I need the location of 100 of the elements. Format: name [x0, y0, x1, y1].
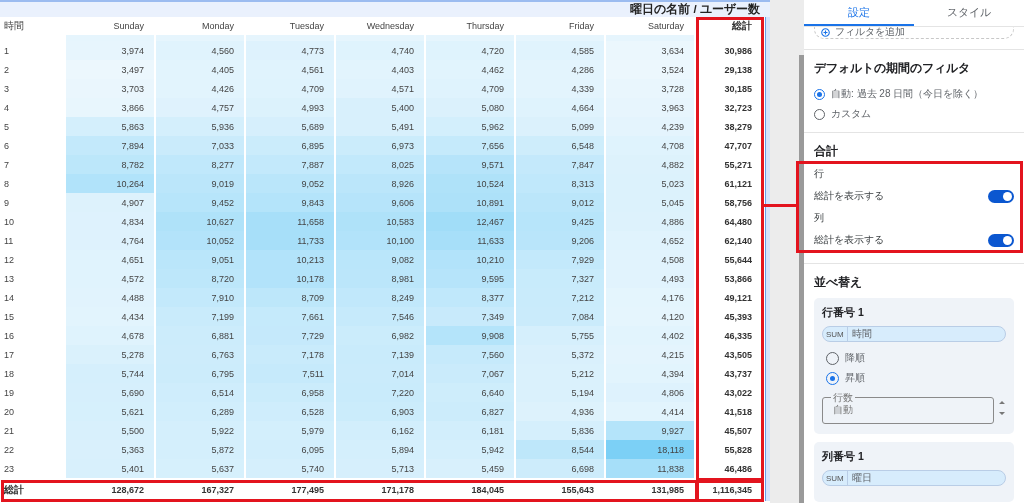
table-cell: 4,773 [246, 41, 334, 60]
radio-label[interactable]: カスタム [831, 107, 871, 121]
table-cell: 10,052 [156, 231, 244, 250]
field-value: 自動 [833, 404, 853, 415]
table-cell: 4,651 [66, 250, 154, 269]
table-cell: 4,239 [606, 117, 694, 136]
row-label: 6 [3, 139, 10, 153]
table-cell: 8,377 [426, 288, 514, 307]
toggle-switch[interactable] [988, 233, 1014, 247]
row-label: 4 [3, 101, 10, 115]
table-cell: 5,836 [516, 421, 604, 440]
radio-label[interactable]: 降順 [845, 351, 865, 365]
scrollbar[interactable] [799, 55, 804, 503]
dimension-chip[interactable]: SUM 曜日 [822, 470, 1006, 486]
row-label: 20 [3, 405, 15, 419]
table-cell: 7,327 [516, 269, 604, 288]
toggle-switch[interactable] [988, 189, 1014, 203]
section-title: 並べ替え [814, 274, 863, 291]
table-cell: 4,286 [516, 60, 604, 79]
table-cell: 6,548 [516, 136, 604, 155]
table-cell: 9,082 [336, 250, 424, 269]
row-label: 11 [3, 234, 15, 248]
table-cell: 5,491 [336, 117, 424, 136]
table-cell: 4,394 [606, 364, 694, 383]
table-cell: 4,405 [156, 60, 244, 79]
table-cell: 6,881 [156, 326, 244, 345]
row-label: 8 [3, 177, 10, 191]
table-cell: 8,025 [336, 155, 424, 174]
table-cell: 5,744 [66, 364, 154, 383]
table-cell: 3,974 [66, 41, 154, 60]
table-cell: 7,560 [426, 345, 514, 364]
table-cell: 4,882 [606, 155, 694, 174]
table-cell: 9,843 [246, 193, 334, 212]
row-label: 13 [3, 272, 15, 286]
table-cell: 4,764 [66, 231, 154, 250]
tab[interactable]: スタイル [914, 0, 1024, 26]
table-cell: 5,863 [66, 117, 154, 136]
table-cell: 6,895 [246, 136, 334, 155]
row-label: 3 [3, 82, 10, 96]
row-label: 12 [3, 253, 15, 267]
table-cell: 7,199 [156, 307, 244, 326]
row-label: 5 [3, 120, 10, 134]
row-label: 22 [3, 443, 15, 457]
table-cell: 8,782 [66, 155, 154, 174]
table-cell: 5,922 [156, 421, 244, 440]
table-cell: 10,213 [246, 250, 334, 269]
table-cell: 8,249 [336, 288, 424, 307]
table-cell: 4,561 [246, 60, 334, 79]
table-cell: 7,910 [156, 288, 244, 307]
table-cell: 4,403 [336, 60, 424, 79]
table-cell: 8,544 [516, 440, 604, 459]
table-cell: 6,698 [516, 459, 604, 478]
add-filter-button[interactable]: フィルタを追加 [814, 27, 1014, 39]
table-cell: 7,139 [336, 345, 424, 364]
radio-label[interactable]: 自動: 過去 28 日間（今日を除く） [831, 87, 984, 101]
table-cell: 8,720 [156, 269, 244, 288]
table-cell: 5,023 [606, 174, 694, 193]
table-cell: 5,045 [606, 193, 694, 212]
leader-line [764, 204, 796, 207]
table-cell: 5,621 [66, 402, 154, 421]
table-cell: 4,434 [66, 307, 154, 326]
dimension-chip[interactable]: SUM 時間 [822, 326, 1006, 342]
table-cell: 6,795 [156, 364, 244, 383]
group-heading: 列 [814, 211, 825, 225]
table-cell: 5,713 [336, 459, 424, 478]
table-cell: 5,979 [246, 421, 334, 440]
table-cell: 4,709 [246, 79, 334, 98]
table-cell: 9,571 [426, 155, 514, 174]
table-cell: 4,572 [66, 269, 154, 288]
table-cell: 7,661 [246, 307, 334, 326]
table-cell: 6,903 [336, 402, 424, 421]
table-cell: 10,178 [246, 269, 334, 288]
number-field[interactable]: 行数 自動 [822, 392, 994, 424]
table-cell: 9,595 [426, 269, 514, 288]
row-label: 16 [3, 329, 15, 343]
table-cell: 4,493 [606, 269, 694, 288]
table-cell: 8,709 [246, 288, 334, 307]
section-title: 合計 [814, 143, 839, 160]
radio-label[interactable]: 昇順 [845, 371, 865, 385]
toggle-label: 総計を表示する [814, 189, 884, 203]
table-cell: 9,019 [156, 174, 244, 193]
table-cell: 8,313 [516, 174, 604, 193]
chip-label: 時間 [850, 327, 872, 341]
table-cell: 4,834 [66, 212, 154, 231]
table-cell: 6,982 [336, 326, 424, 345]
table-cell: 6,514 [156, 383, 244, 402]
table-cell: 10,627 [156, 212, 244, 231]
row-label: 18 [3, 367, 15, 381]
table-cell: 7,014 [336, 364, 424, 383]
table-cell: 4,708 [606, 136, 694, 155]
table-cell: 6,181 [426, 421, 514, 440]
table-cell: 4,936 [516, 402, 604, 421]
table-cell: 9,425 [516, 212, 604, 231]
table-cell: 7,546 [336, 307, 424, 326]
table-cell: 3,866 [66, 98, 154, 117]
spinner-arrows-icon[interactable] [998, 398, 1006, 418]
row-label: 15 [3, 310, 15, 324]
table-cell: 6,528 [246, 402, 334, 421]
chip-label: 曜日 [850, 471, 872, 485]
table-cell: 4,678 [66, 326, 154, 345]
